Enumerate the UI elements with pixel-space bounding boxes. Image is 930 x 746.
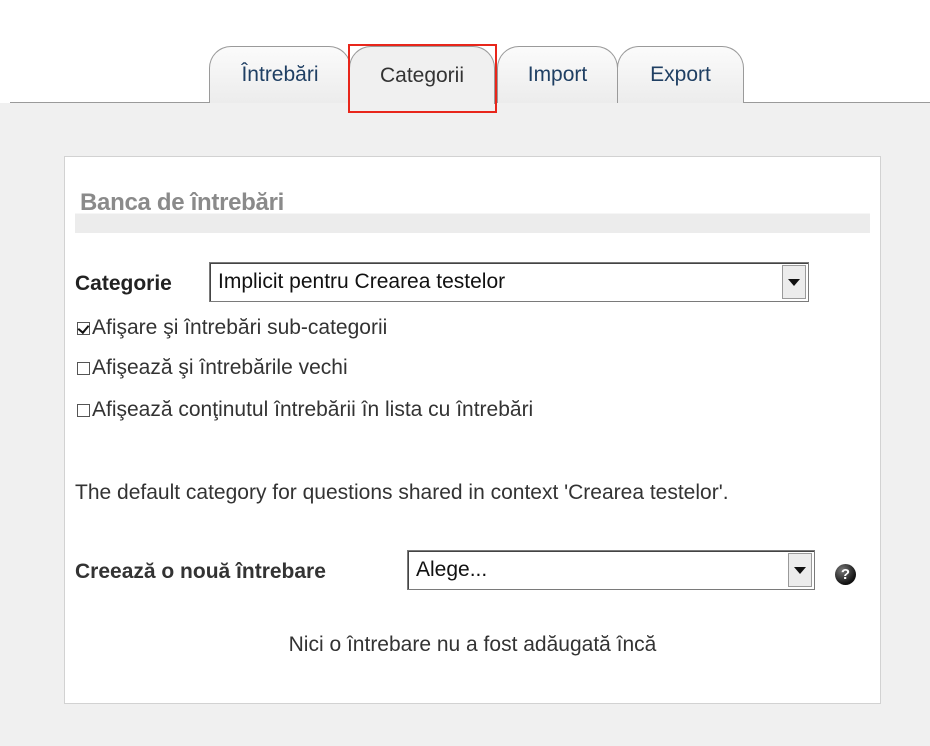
old-questions-checkbox[interactable] (77, 361, 90, 375)
category-select-value: Implicit pentru Crearea testelor (218, 270, 506, 293)
empty-questions-message: Nici o întrebare nu a fost adăugată încă (288, 633, 657, 656)
tab-label: Export (650, 63, 711, 86)
option-show-old-questions[interactable]: Afişează şi întrebările vechi (77, 354, 348, 382)
option-show-subcategories[interactable]: Afişare şi întrebări sub-categorii (77, 314, 387, 342)
category-select[interactable]: Implicit pentru Crearea testelor (209, 262, 809, 302)
tab-label: Întrebări (241, 63, 319, 86)
question-type-select[interactable]: Alege... (407, 550, 815, 590)
tab-export[interactable]: Export (617, 46, 744, 103)
tab-categorii[interactable]: Categorii (349, 46, 495, 104)
option-show-question-text[interactable]: Afişează conţinutul întrebării în lista … (77, 396, 533, 424)
new-question-label: Creează o nouă întrebare (75, 560, 326, 583)
category-label: Categorie (75, 272, 172, 295)
option-label: Afişează conţinutul întrebării în lista … (92, 398, 534, 421)
default-category-info: The default category for questions share… (75, 481, 729, 504)
tab-label: Categorii (379, 63, 465, 87)
subcategories-checkbox[interactable] (77, 321, 90, 335)
question-text-checkbox[interactable] (77, 403, 90, 417)
panel-heading: Banca de întrebări (80, 189, 285, 216)
tab-import[interactable]: Import (497, 46, 618, 103)
tab-label: Import (527, 63, 588, 86)
tab-intrebari[interactable]: Întrebări (209, 46, 351, 103)
option-label: Afişare şi întrebări sub-categorii (92, 316, 388, 339)
option-label: Afişează şi întrebările vechi (92, 356, 348, 379)
chevron-down-icon[interactable] (782, 265, 806, 299)
chevron-down-icon[interactable] (788, 553, 812, 587)
help-icon[interactable]: ? (835, 564, 856, 585)
question-type-select-value: Alege... (416, 558, 488, 581)
question-bank-panel: Banca de întrebări Categorie Implicit pe… (64, 156, 881, 704)
